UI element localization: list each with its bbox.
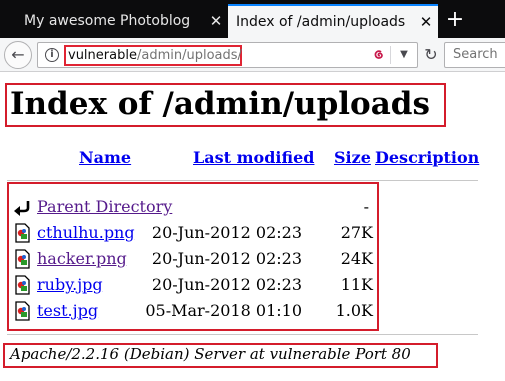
file-modified: 20-Jun-2012 02:23 [151, 223, 302, 242]
file-link[interactable]: ruby.jpg [37, 275, 103, 294]
file-modified: 20-Jun-2012 02:23 [151, 275, 302, 294]
file-link[interactable]: cthulhu.png [37, 223, 135, 242]
page-title: Index of /admin/uploads [10, 86, 430, 122]
url-path: /admin/uploads/ [136, 48, 242, 63]
back-arrow-icon [14, 201, 30, 216]
info-icon[interactable]: i [45, 48, 59, 62]
column-header-description[interactable]: Description [375, 148, 479, 167]
tab-title: Index of /admin/uploads [236, 14, 406, 30]
debian-swirl-icon [371, 47, 387, 63]
file-link[interactable]: test.jpg [37, 301, 98, 320]
file-size: 11K [340, 275, 373, 294]
navigation-bar: ← i vulnerable/admin/uploads/ ▼ ↻ Search [0, 38, 505, 72]
url-separator [390, 46, 391, 64]
tab-index-uploads[interactable]: Index of /admin/uploads ✕ [228, 4, 438, 38]
image-file-icon [15, 275, 30, 295]
close-tab-icon[interactable]: ✕ [414, 13, 438, 31]
image-file-icon [15, 249, 30, 269]
file-size: 27K [340, 223, 373, 242]
column-header-last-modified[interactable]: Last modified [193, 148, 314, 167]
table-row: hacker.png 20-Jun-2012 02:23 24K [0, 247, 505, 271]
file-size: 1.0K [335, 301, 373, 320]
image-file-icon [15, 301, 30, 321]
file-modified: 05-Mar-2018 01:10 [145, 301, 302, 320]
file-size: 24K [340, 249, 373, 268]
column-header-size[interactable]: Size [334, 148, 371, 167]
chevron-down-icon[interactable]: ▼ [397, 45, 411, 65]
page-content: Index of /admin/uploads Name Last modifi… [0, 72, 505, 381]
table-row: ruby.jpg 20-Jun-2012 02:23 11K [0, 273, 505, 297]
parent-directory-link[interactable]: Parent Directory [37, 197, 172, 216]
new-tab-button[interactable]: + [440, 4, 470, 38]
search-placeholder: Search [453, 47, 498, 62]
search-input[interactable]: Search [444, 42, 505, 68]
header-divider [7, 180, 478, 181]
url-bar[interactable]: i vulnerable/admin/uploads/ ▼ [37, 42, 418, 68]
table-row: cthulhu.png 20-Jun-2012 02:23 27K [0, 221, 505, 245]
tab-photoblog[interactable]: My awesome Photoblog ✕ [14, 4, 228, 38]
table-row: test.jpg 05-Mar-2018 01:10 1.0K [0, 299, 505, 323]
tab-strip: My awesome Photoblog ✕ Index of /admin/u… [0, 0, 505, 38]
file-link[interactable]: hacker.png [37, 249, 127, 268]
file-modified: 20-Jun-2012 02:23 [151, 249, 302, 268]
reload-button[interactable]: ↻ [423, 44, 439, 66]
url-host: vulnerable [68, 48, 137, 63]
tab-title: My awesome Photoblog [24, 13, 191, 29]
server-signature: Apache/2.2.16 (Debian) Server at vulnera… [10, 345, 411, 363]
list-item-parent: Parent Directory - [0, 195, 505, 219]
back-button[interactable]: ← [4, 41, 32, 69]
column-header-name[interactable]: Name [79, 148, 131, 167]
url-text[interactable]: vulnerable/admin/uploads/ [64, 45, 242, 66]
close-tab-icon[interactable]: ✕ [204, 12, 228, 30]
parent-size: - [363, 197, 369, 216]
image-file-icon [15, 223, 30, 243]
footer-divider [7, 334, 478, 335]
